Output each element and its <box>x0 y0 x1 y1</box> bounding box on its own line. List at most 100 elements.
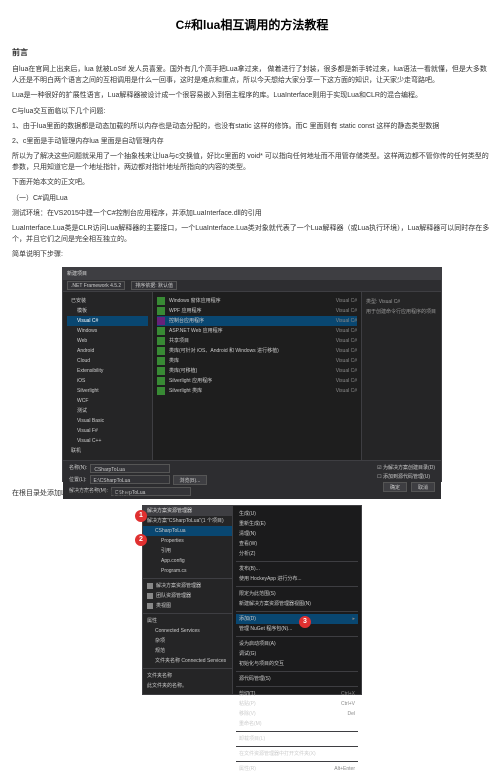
template-row[interactable]: 类库(可针对 iOS、Android 和 Windows 进行移植)Visual… <box>157 346 357 356</box>
annotation-marker-1: 1 <box>135 510 147 522</box>
project-node[interactable]: CSharpToLua <box>143 526 232 536</box>
name-label: 名称(N): <box>69 464 87 472</box>
cancel-button[interactable]: 取消 <box>411 482 435 492</box>
menu-item[interactable]: 管理 NuGet 程序包(N)... <box>236 624 358 634</box>
tree-item[interactable]: Visual F# <box>67 426 148 436</box>
tree-item[interactable]: Visual C++ <box>67 436 148 446</box>
tree-item[interactable]: 模板 <box>67 306 148 316</box>
menu-item[interactable]: 剪切(T)Ctrl+X <box>236 689 358 699</box>
paragraph: 下面开始本文的正文吧。 <box>12 177 492 188</box>
browse-button[interactable]: 浏览(B)... <box>173 475 208 485</box>
name-input[interactable]: CSharpToLua <box>90 464 170 473</box>
section-heading: （一）C#调用Lua <box>12 193 492 204</box>
solution-explorer-screenshot: 1 2 3 解决方案资源管理器 解决方案"CSharpToLua"(1 个项目)… <box>142 505 362 695</box>
prop-row: 规范 <box>143 646 232 656</box>
tree-node[interactable]: Program.cs <box>143 566 232 576</box>
solution-node[interactable]: 解决方案"CSharpToLua"(1 个项目) <box>143 516 232 526</box>
tree-item[interactable]: WCF <box>67 396 148 406</box>
type-desc: 用于创建命令行应用程序的项目 <box>366 308 437 316</box>
template-row[interactable]: Silverlight 应用程序Visual C# <box>157 376 357 386</box>
tree-item[interactable]: Windows <box>67 326 148 336</box>
chevron-right-icon: ▸ <box>352 615 355 623</box>
panel-title: 解决方案资源管理器 <box>143 506 232 516</box>
template-list: Windows 窗体应用程序Visual C# WPF 应用程序Visual C… <box>153 292 361 460</box>
references-node[interactable]: 引用 <box>143 546 232 556</box>
new-project-dialog: 新建项目 .NET Framework 4.5.2 排序依据: 默认值 已安装 … <box>62 267 442 482</box>
template-row[interactable]: ASP.NET Web 应用程序Visual C# <box>157 326 357 336</box>
prop-row: Connected Services <box>143 626 232 636</box>
tree-item[interactable]: Android <box>67 346 148 356</box>
framework-bar: .NET Framework 4.5.2 排序依据: 默认值 <box>63 280 441 292</box>
menu-item[interactable]: 初始化与项目的交互 <box>236 659 358 669</box>
annotation-marker-2: 2 <box>135 534 147 546</box>
tree-root[interactable]: 已安装 <box>67 296 148 306</box>
template-row[interactable]: Windows 窗体应用程序Visual C# <box>157 296 357 306</box>
template-row[interactable]: 类库(可移植)Visual C# <box>157 366 357 376</box>
checkbox-sourcecontrol[interactable]: ☐ 添加到源代码管理(U) <box>377 473 435 481</box>
menu-item[interactable]: 调试(G) <box>236 649 358 659</box>
menu-item[interactable]: 移除(V)Del <box>236 709 358 719</box>
toolbox-tab[interactable]: 类视图 <box>143 601 232 611</box>
properties-title: 属性 <box>143 616 232 626</box>
tree-item[interactable]: Web <box>67 336 148 346</box>
template-row[interactable]: 共享项目Visual C# <box>157 336 357 346</box>
menu-item[interactable]: 属性(R)Alt+Enter <box>236 764 358 774</box>
csharp-icon <box>157 327 165 335</box>
menu-item[interactable]: 清理(N) <box>236 529 358 539</box>
menu-item[interactable]: 重新生成(E) <box>236 519 358 529</box>
csharp-icon <box>157 337 165 345</box>
template-row[interactable]: Silverlight 类库Visual C# <box>157 386 357 396</box>
menu-item-add[interactable]: 添加(D)▸ <box>236 614 358 624</box>
tree-node[interactable]: App.config <box>143 556 232 566</box>
tree-node[interactable]: Properties <box>143 536 232 546</box>
list-item: 2、c里面是手动管理内存lua 里面是自动管理内存 <box>12 136 492 147</box>
tree-item-selected[interactable]: Visual C# <box>67 316 148 326</box>
paragraph: 所以为了解决这些问题就采用了一个抽象栈来让lua与c交换值，好比c里面的 voi… <box>12 151 492 173</box>
toolbox-tab[interactable]: 团队资源管理器 <box>143 591 232 601</box>
prop-row: 文件夹名称 Connected Services <box>143 656 232 666</box>
menu-item[interactable]: 设为启动项目(A) <box>236 639 358 649</box>
paragraph: LuaInterface.Lua类是CLR访问Lua解释器的主要接口，一个Lua… <box>12 223 492 245</box>
tab-icon <box>147 603 153 609</box>
tree-item[interactable]: 联机 <box>67 446 148 456</box>
paragraph: Lua是一种很好的扩展性语言，Lua解释器被设计成一个很容易嵌入到宿主程序的库。… <box>12 90 492 101</box>
tree-item[interactable]: 测试 <box>67 406 148 416</box>
tree-item[interactable]: Silverlight <box>67 386 148 396</box>
tree-item[interactable]: Extensibility <box>67 366 148 376</box>
checkbox-createdir[interactable]: ☑ 为解决方案创建目录(D) <box>377 464 435 472</box>
menu-item[interactable]: 使用 HockeyApp 进行分布... <box>236 574 358 584</box>
sort-dropdown[interactable]: 排序依据: 默认值 <box>131 281 177 290</box>
menu-item[interactable]: 查看(W) <box>236 539 358 549</box>
menu-item[interactable]: 卸载项目(L) <box>236 734 358 744</box>
prop-note: 此文件夹的名称。 <box>143 681 232 691</box>
toolbox-tab[interactable]: 解决方案资源管理器 <box>143 581 232 591</box>
template-tree: 已安装 模板 Visual C# Windows Web Android Clo… <box>63 292 153 460</box>
template-row-selected[interactable]: 控制台应用程序Visual C# <box>157 316 357 326</box>
menu-item[interactable]: 重命名(M) <box>236 719 358 729</box>
tree-item[interactable]: Cloud <box>67 356 148 366</box>
location-input[interactable]: E:\CSharpToLua <box>90 475 170 484</box>
menu-item[interactable]: 新建解决方案资源管理器视图(N) <box>236 599 358 609</box>
tree-item[interactable]: Visual Basic <box>67 416 148 426</box>
tree-item[interactable]: iOS <box>67 376 148 386</box>
solution-explorer: 解决方案资源管理器 解决方案"CSharpToLua"(1 个项目) CShar… <box>143 506 233 694</box>
menu-item[interactable]: 生成(U) <box>236 509 358 519</box>
template-row[interactable]: 类库Visual C# <box>157 356 357 366</box>
framework-dropdown[interactable]: .NET Framework 4.5.2 <box>67 281 125 290</box>
menu-item[interactable]: 在文件资源管理器中打开文件夹(X) <box>236 749 358 759</box>
ok-button[interactable]: 确定 <box>383 482 407 492</box>
csharp-icon <box>157 297 165 305</box>
menu-item[interactable]: 分析(Z) <box>236 549 358 559</box>
menu-item[interactable]: 发布(B)... <box>236 564 358 574</box>
type-label: 类型: Visual C# <box>366 298 437 306</box>
csharp-icon <box>157 307 165 315</box>
menu-item[interactable]: 粘贴(P)Ctrl+V <box>236 699 358 709</box>
csharp-icon <box>157 367 165 375</box>
menu-item[interactable]: 源代码管理(S) <box>236 674 358 684</box>
context-menu: 生成(U) 重新生成(E) 清理(N) 查看(W) 分析(Z) 发布(B)...… <box>233 506 361 694</box>
template-row[interactable]: WPF 应用程序Visual C# <box>157 306 357 316</box>
paragraph: 简单说明下步骤: <box>12 249 492 260</box>
annotation-marker-3: 3 <box>299 616 311 628</box>
menu-item[interactable]: 限定为此范围(S) <box>236 589 358 599</box>
list-item: 1、由于lua里面的数据都是动态加载的所以内存也是动态分配的，也没有static… <box>12 121 492 132</box>
